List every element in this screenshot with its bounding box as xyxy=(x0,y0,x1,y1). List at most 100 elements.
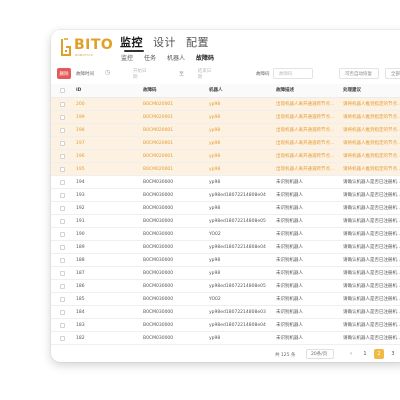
sub-nav-tasks[interactable]: 任务 xyxy=(144,53,156,62)
row-checkbox[interactable] xyxy=(60,141,65,146)
table-row[interactable]: 190 B0CM030000 YO02 未识别机器人 请确认机器人是否已注册机… xyxy=(51,228,400,241)
row-checkbox[interactable] xyxy=(60,271,65,276)
cell-advice: 请确认机器人是否已注册机… xyxy=(343,323,400,328)
prev-page-button[interactable]: ‹ xyxy=(346,349,356,359)
row-checkbox[interactable] xyxy=(60,284,65,289)
row-checkbox[interactable] xyxy=(60,258,65,263)
end-date-input[interactable]: 结束日期 xyxy=(198,68,214,80)
cell-advice: 请确认机器人是否已注册机… xyxy=(343,232,400,237)
row-checkbox[interactable] xyxy=(60,310,65,315)
col-id[interactable]: ID xyxy=(76,84,81,97)
cell-code: B0CM030000 xyxy=(143,206,174,211)
sub-nav-monitor[interactable]: 监控 xyxy=(121,53,133,62)
main-nav-config[interactable]: 配置 xyxy=(186,34,209,50)
fault-time-label: 故障时间 xyxy=(76,72,94,77)
auto-recover-select[interactable]: 可否自动恢复 xyxy=(339,68,379,79)
row-checkbox[interactable] xyxy=(60,154,65,159)
sub-nav-fault-codes[interactable]: 故障码 xyxy=(196,53,214,62)
row-checkbox[interactable] xyxy=(60,219,65,224)
table-row[interactable]: 195 B0CM020001 yp98 出现机器人离开通道跨节点… 请将机器人推到指定的… xyxy=(51,163,400,176)
cell-id: 189 xyxy=(76,245,85,250)
table-row[interactable]: 187 B0CM030000 yp98 未识别机器人 请确认机器人是否已注册机… xyxy=(51,267,400,280)
cell-robot: YO02 xyxy=(209,297,221,302)
table-row[interactable]: 189 B0CM030000 yp98ed18072214808e04 未识别机器人 请… xyxy=(51,241,400,254)
fault-code-input[interactable]: 故障码 xyxy=(273,68,313,79)
cell-advice: 请将机器人推到指定的节点… xyxy=(343,154,400,159)
row-checkbox[interactable] xyxy=(60,115,65,120)
cell-code: B0CM030000 xyxy=(143,310,174,315)
cell-code: B0CM020001 xyxy=(143,141,174,146)
row-checkbox[interactable] xyxy=(60,206,65,211)
table-row[interactable]: 185 B0CM030000 YO02 未识别机器人 请确认机器人是否已注册机… xyxy=(51,293,400,306)
all-select[interactable]: 全部 xyxy=(385,68,400,79)
col-description: 故障描述 xyxy=(276,88,294,93)
cell-id: 196 xyxy=(76,154,85,159)
page-3-button[interactable]: 3 xyxy=(388,349,398,359)
pagination-bar: 共 125 条 20条/页 ‹ 1 2 3 xyxy=(51,348,400,362)
cell-advice: 请将机器人推到指定的节点… xyxy=(343,141,400,146)
cell-id: 193 xyxy=(76,193,85,198)
row-checkbox[interactable] xyxy=(60,323,65,328)
cell-robot: yp98 xyxy=(209,258,221,263)
cell-advice: 请确认机器人是否已注册机… xyxy=(343,310,400,315)
cell-robot: yp98 xyxy=(209,128,221,133)
cell-id: 187 xyxy=(76,271,85,276)
cell-advice: 请确认机器人是否已注册机… xyxy=(343,284,400,289)
table-header: ID 故障码 机器人 故障描述 处理建议 xyxy=(51,84,400,98)
row-checkbox[interactable] xyxy=(60,128,65,133)
date-range-picker[interactable]: 开始日期 至 结束日期 xyxy=(114,68,214,80)
cell-code: B0CM030000 xyxy=(143,219,174,224)
page-size-select[interactable]: 20条/页 xyxy=(306,349,334,359)
main-nav: 监控 设计 配置 xyxy=(120,34,219,50)
cell-desc: 未识别机器人 xyxy=(276,297,303,302)
cell-robot: YO02 xyxy=(209,232,221,237)
row-checkbox[interactable] xyxy=(60,245,65,250)
cell-code: B0CM030000 xyxy=(143,336,174,341)
cell-id: 191 xyxy=(76,219,85,224)
row-checkbox[interactable] xyxy=(60,336,65,341)
table-row[interactable]: 197 B0CM020001 yp98 出现机器人离开通道跨节点… 请将机器人推到指定的… xyxy=(51,137,400,150)
main-nav-monitor[interactable]: 监控 xyxy=(120,34,143,50)
table-row[interactable]: 183 B0CM030000 yp98ed18072214808e04 未识别机器人 请… xyxy=(51,319,400,332)
table-row[interactable]: 200 B0CM020001 yp98 出现机器人离开通道跨节点… 请将机器人推到指定的… xyxy=(51,98,400,111)
cell-advice: 请确认机器人是否已注册机… xyxy=(343,245,400,250)
delete-button[interactable]: 删除 xyxy=(57,68,71,79)
cell-advice: 请将机器人推到指定的节点… xyxy=(343,167,400,172)
start-date-input[interactable]: 开始日期 xyxy=(133,68,149,80)
row-checkbox[interactable] xyxy=(60,193,65,198)
cell-robot: yp98 xyxy=(209,115,221,120)
filter-toolbar: 删除 故障时间 ◷ 开始日期 至 结束日期 故障码 故障码 可否自动恢复 全部 xyxy=(51,68,400,82)
table-row[interactable]: 192 B0CM030000 yp98 未识别机器人 请确认机器人是否已注册机… xyxy=(51,202,400,215)
cell-desc: 未识别机器人 xyxy=(276,336,303,341)
table-row[interactable]: 182 B0CM030000 yp98 未识别机器人 请确认机器人是否已注册机… xyxy=(51,332,400,345)
page-1-button[interactable]: 1 xyxy=(360,349,370,359)
cell-robot: yp98 xyxy=(209,271,221,276)
row-checkbox[interactable] xyxy=(60,232,65,237)
table-row[interactable]: 196 B0CM020001 yp98 出现机器人离开通道跨节点… 请将机器人推到指定的… xyxy=(51,150,400,163)
select-all-checkbox[interactable] xyxy=(60,88,65,93)
row-checkbox[interactable] xyxy=(60,102,65,107)
cell-id: 194 xyxy=(76,180,85,185)
table-row[interactable]: 184 B0CM030000 yp98ed18072214808e03 未识别机器人 请… xyxy=(51,306,400,319)
row-checkbox[interactable] xyxy=(60,180,65,185)
table-row[interactable]: 194 B0CM030000 yp98 未识别机器人 请确认机器人是否已注册机… xyxy=(51,176,400,189)
sub-nav: 监控 任务 机器人 故障码 xyxy=(121,53,225,62)
page-2-button[interactable]: 2 xyxy=(374,349,384,359)
main-nav-design[interactable]: 设计 xyxy=(153,34,176,50)
table-row[interactable]: 186 B0CM030000 yp98ed18072214808e05 未识别机器人 请… xyxy=(51,280,400,293)
cell-desc: 出现机器人离开通道跨节点… xyxy=(276,141,335,146)
table-row[interactable]: 191 B0CM030000 yp98ed18072214808e05 未识别机器人 请… xyxy=(51,215,400,228)
row-checkbox[interactable] xyxy=(60,297,65,302)
cell-id: 186 xyxy=(76,284,85,289)
brand-logo: BITO ROBOTICS xyxy=(60,37,118,62)
sub-nav-robots[interactable]: 机器人 xyxy=(167,53,185,62)
col-fault-code: 故障码 xyxy=(143,88,157,93)
cell-desc: 未识别机器人 xyxy=(276,323,303,328)
table-row[interactable]: 193 B0CM030000 yp98ed18072214808e04 未识别机器人 请… xyxy=(51,189,400,202)
table-row[interactable]: 188 B0CM030000 yp98 未识别机器人 请确认机器人是否已注册机… xyxy=(51,254,400,267)
cell-desc: 未识别机器人 xyxy=(276,193,303,198)
row-checkbox[interactable] xyxy=(60,167,65,172)
range-separator: 至 xyxy=(179,71,184,77)
table-row[interactable]: 198 B0CM020001 yp98 出现机器人离开通道跨节点… 请将机器人推到指定的… xyxy=(51,124,400,137)
table-row[interactable]: 199 B0CM020001 yp98 出现机器人离开通道跨节点… 请将机器人推到指定的… xyxy=(51,111,400,124)
